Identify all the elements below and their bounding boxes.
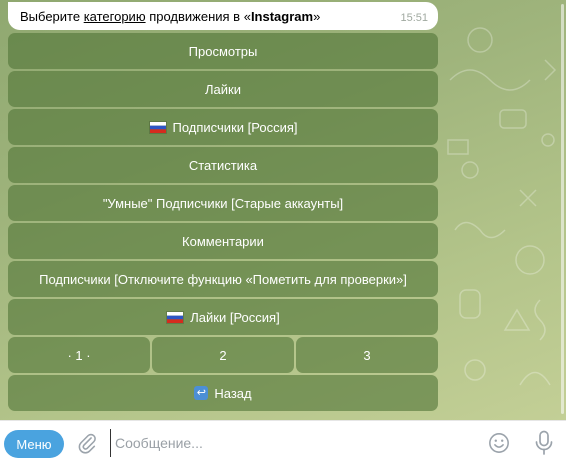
page-2-button[interactable]: 2 xyxy=(152,337,294,373)
paperclip-icon[interactable] xyxy=(76,431,98,455)
comments-label: Комментарии xyxy=(182,233,264,249)
likes-russia-label: Лайки [Россия] xyxy=(190,309,280,325)
microphone-icon[interactable] xyxy=(534,430,554,456)
message-middle: продвижения в « xyxy=(145,8,251,24)
chat-scrollbar[interactable] xyxy=(561,4,564,414)
emoji-icon[interactable] xyxy=(488,432,510,454)
message-text: Выберите категорию продвижения в «Instag… xyxy=(20,9,320,24)
views-button[interactable]: Просмотры xyxy=(8,33,438,69)
message-input-bar: Меню xyxy=(0,420,566,465)
menu-button[interactable]: Меню xyxy=(4,430,64,458)
chat-area[interactable]: Выберите категорию продвижения в «Instag… xyxy=(0,0,566,420)
menu-label: Меню xyxy=(16,436,52,452)
likes-label: Лайки xyxy=(205,81,241,97)
back-button[interactable]: ↩ Назад xyxy=(8,375,438,411)
message-link-category[interactable]: категорию xyxy=(84,9,146,24)
subscribers-flag-off-label: Подписчики [Отключите функцию «Пометить … xyxy=(39,271,407,287)
message-prefix: Выберите xyxy=(20,8,84,24)
subscribers-russia-button[interactable]: Подписчики [Россия] xyxy=(8,109,438,145)
russia-flag-icon xyxy=(148,120,167,134)
subscribers-russia-label: Подписчики [Россия] xyxy=(172,119,298,135)
bot-message: Выберите категорию продвижения в «Instag… xyxy=(8,2,438,30)
page-3-button[interactable]: 3 xyxy=(296,337,438,373)
smart-subscribers-label: "Умные" Подписчики [Старые аккаунты] xyxy=(102,195,344,211)
back-label: Назад xyxy=(214,385,252,401)
message-suffix: » xyxy=(313,8,321,24)
message-input[interactable] xyxy=(110,429,475,457)
comments-button[interactable]: Комментарии xyxy=(8,223,438,259)
page-1-button[interactable]: · 1 · xyxy=(8,337,150,373)
statistics-label: Статистика xyxy=(188,157,258,173)
views-label: Просмотры xyxy=(188,43,258,59)
page-1-label: · 1 · xyxy=(67,347,91,363)
likes-button[interactable]: Лайки xyxy=(8,71,438,107)
likes-russia-button[interactable]: Лайки [Россия] xyxy=(8,299,438,335)
page-3-label: 3 xyxy=(363,347,371,363)
subscribers-flag-off-button[interactable]: Подписчики [Отключите функцию «Пометить … xyxy=(8,261,438,297)
statistics-button[interactable]: Статистика xyxy=(8,147,438,183)
inline-keyboard: Просмотры Лайки Подписчики [Россия] Стат… xyxy=(8,33,438,413)
message-instagram: Instagram xyxy=(250,8,314,24)
smart-subscribers-button[interactable]: "Умные" Подписчики [Старые аккаунты] xyxy=(8,185,438,221)
page-2-label: 2 xyxy=(219,347,227,363)
message-time: 15:51 xyxy=(400,12,428,24)
back-arrow-icon: ↩ xyxy=(194,386,209,400)
russia-flag-icon xyxy=(166,310,185,324)
